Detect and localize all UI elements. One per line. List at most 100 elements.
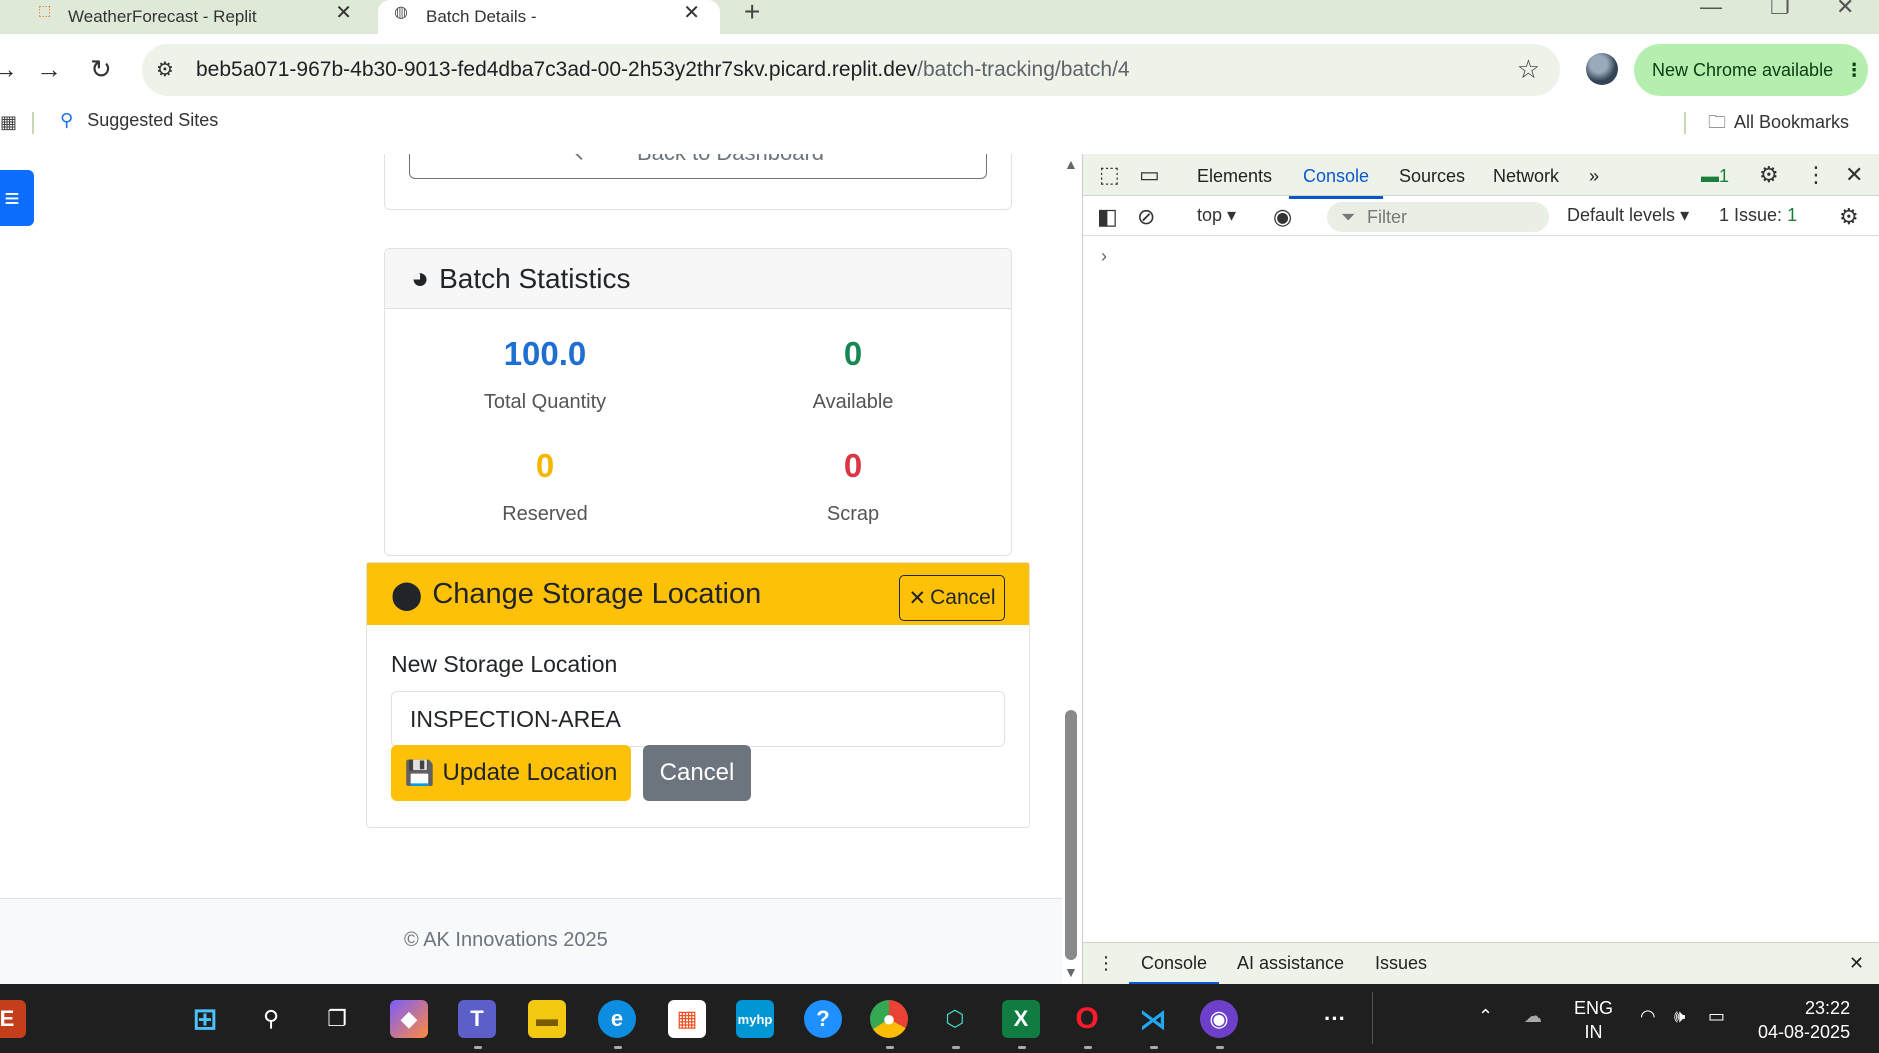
myhp-icon[interactable]: myhp <box>736 1000 774 1038</box>
scroll-thumb[interactable] <box>1065 710 1077 960</box>
console-prompt-icon[interactable]: › <box>1101 246 1107 267</box>
update-location-button[interactable]: 💾 Update Location <box>391 745 631 801</box>
all-bookmarks-button[interactable]: 🗀 All Bookmarks <box>1708 110 1849 140</box>
drawer-tab-console[interactable]: Console <box>1128 953 1220 985</box>
opera-icon[interactable]: O <box>1068 1000 1106 1038</box>
issues-counter[interactable]: 1 Issue: 1 <box>1719 205 1797 226</box>
drawer-tab-issues[interactable]: Issues <box>1375 953 1427 974</box>
messages-badge[interactable]: ▬1 <box>1701 166 1729 187</box>
page-scrollbar[interactable]: ▲ ▼ <box>1062 154 1080 984</box>
outlook-icon[interactable]: E <box>0 1000 26 1038</box>
battery-icon[interactable]: ▭ <box>1708 1006 1725 1027</box>
stat-value: 100.0 <box>503 335 587 372</box>
tab-sources[interactable]: Sources <box>1399 166 1465 187</box>
bookmarks-bar: ▦ ⚲ Suggested Sites 🗀 All Bookmarks <box>0 106 1879 138</box>
stat-label: Reserved <box>502 503 588 525</box>
wifi-icon[interactable]: ◠ <box>1640 1006 1656 1027</box>
bookmark-star-icon[interactable]: ☆ <box>1517 54 1540 85</box>
tab-close-icon[interactable]: ✕ <box>335 0 352 25</box>
running-indicator <box>1216 1046 1224 1049</box>
stats-card-header: ◕ Batch Statistics <box>385 249 1011 309</box>
console-filter-input[interactable]: ⏷ Filter <box>1327 202 1549 232</box>
close-devtools-icon[interactable]: ✕ <box>1845 162 1863 188</box>
stat-label: Available <box>812 391 894 413</box>
devtools-drawer-bar: ⋮ Console AI assistance Issues ✕ <box>1083 942 1879 985</box>
chrome-icon[interactable]: ● <box>870 1000 908 1038</box>
filter-icon: ⏷ <box>1341 207 1356 227</box>
volume-icon[interactable]: 🕪 <box>1674 1006 1685 1027</box>
context-label: top <box>1197 205 1223 225</box>
forward-arrow-icon[interactable]: → <box>36 54 62 85</box>
more-menu-icon[interactable]: ⋮ <box>1845 60 1863 81</box>
taskbar-divider <box>1372 992 1373 1044</box>
task-view-icon[interactable]: ❐ <box>318 1000 356 1038</box>
onedrive-icon[interactable]: ☁ <box>1524 1006 1542 1027</box>
tab-weatherforecast[interactable]: ⬚ WeatherForecast - Replit ✕ <box>0 0 372 34</box>
hamburger-menu-icon[interactable]: ≡ <box>0 170 34 226</box>
cancel-button[interactable]: Cancel <box>643 745 751 801</box>
browser-tab-strip: ⬚ WeatherForecast - Replit ✕ ◍ Batch Det… <box>0 0 1879 34</box>
site-info-icon[interactable]: ⚙ <box>156 57 174 82</box>
github-desktop-icon[interactable]: ◉ <box>1200 1000 1238 1038</box>
scroll-up-icon[interactable]: ▲ <box>1064 156 1078 172</box>
scroll-down-icon[interactable]: ▼ <box>1064 964 1078 980</box>
close-drawer-icon[interactable]: ✕ <box>1849 953 1864 974</box>
file-explorer-icon[interactable]: ▬ <box>528 1000 566 1038</box>
clock-date: 04-08-2025 <box>1758 1022 1851 1042</box>
minimize-icon[interactable]: — <box>1700 0 1722 20</box>
tab-elements[interactable]: Elements <box>1197 166 1272 187</box>
tab-close-icon[interactable]: ✕ <box>683 0 700 25</box>
stat-label: Total Quantity <box>483 391 607 413</box>
url-text[interactable]: beb5a071-967b-4b30-9013-fed4dba7c3ad-00-… <box>196 58 1130 82</box>
stats-title: Batch Statistics <box>439 262 631 294</box>
region-label: IN <box>1584 1022 1603 1042</box>
profile-avatar[interactable] <box>1586 53 1618 85</box>
tab-network[interactable]: Network <box>1493 166 1559 187</box>
language-indicator[interactable]: ENG IN <box>1574 996 1613 1044</box>
context-selector[interactable]: top ▾ <box>1197 205 1236 226</box>
log-levels-dropdown[interactable]: Default levels ▾ <box>1567 205 1689 226</box>
device-toolbar-icon[interactable]: ▭ <box>1139 162 1160 188</box>
settings-gear-icon[interactable]: ⚙ <box>1759 162 1779 188</box>
microsoft-store-icon[interactable]: ▦ <box>668 1000 706 1038</box>
vscode-icon[interactable]: ⋊ <box>1134 1000 1172 1038</box>
more-tabs-icon[interactable]: » <box>1589 166 1599 187</box>
edge-icon[interactable]: e <box>598 1000 636 1038</box>
storage-location-input[interactable]: INSPECTION-AREA <box>391 691 1005 747</box>
new-tab-icon[interactable]: + <box>744 0 760 28</box>
excel-icon[interactable]: X <box>1002 1000 1040 1038</box>
header-cancel-button[interactable]: ✕ Cancel <box>899 575 1005 621</box>
window-close-icon[interactable]: ✕ <box>1836 0 1854 20</box>
more-apps-icon[interactable]: ··· <box>1316 1000 1354 1038</box>
copilot-icon[interactable]: ◆ <box>390 1000 428 1038</box>
stat-value: 0 <box>843 335 863 372</box>
help-icon[interactable]: ? <box>804 1000 842 1038</box>
drawer-tab-ai-assistance[interactable]: AI assistance <box>1237 953 1344 974</box>
chrome-update-button[interactable]: New Chrome available ⋮ <box>1634 44 1868 96</box>
back-arrow-icon[interactable]: → <box>0 54 18 85</box>
apps-grid-icon[interactable]: ▦ <box>0 112 17 133</box>
tab-console[interactable]: Console <box>1288 166 1384 199</box>
drawer-menu-icon[interactable]: ⋮ <box>1097 953 1115 974</box>
bookmark-suggested-sites[interactable]: ⚲ Suggested Sites <box>60 110 218 131</box>
address-bar[interactable]: ⚙ beb5a071-967b-4b30-9013-fed4dba7c3ad-0… <box>142 44 1560 96</box>
app-icon[interactable]: ⬡ <box>936 1000 974 1038</box>
update-button-label: Update Location <box>442 759 618 786</box>
inspect-element-icon[interactable]: ⬚ <box>1099 162 1120 188</box>
save-icon: 💾 <box>404 759 435 787</box>
console-settings-icon[interactable]: ⚙ <box>1839 204 1859 230</box>
show-hidden-icons-icon[interactable]: ⌃ <box>1478 1006 1493 1027</box>
stat-value: 0 <box>535 447 555 484</box>
kebab-menu-icon[interactable]: ⋮ <box>1805 162 1827 188</box>
back-to-dashboard-button[interactable]: 🡐 Back to Dashboard <box>409 154 987 179</box>
tab-batch-details[interactable]: ◍ Batch Details - ✕ <box>378 0 720 34</box>
restore-icon[interactable]: ❐ <box>1770 0 1790 20</box>
search-icon[interactable]: ⚲ <box>252 1000 290 1038</box>
teams-icon[interactable]: T <box>458 1000 496 1038</box>
reload-icon[interactable]: ↻ <box>90 54 112 85</box>
sidebar-toggle-icon[interactable]: ◧ <box>1097 204 1118 230</box>
taskbar-clock[interactable]: 23:22 04-08-2025 <box>1758 996 1850 1044</box>
windows-start-icon[interactable]: ⊞ <box>186 1000 224 1038</box>
clear-console-icon[interactable]: ⊘ <box>1137 204 1155 230</box>
eye-icon[interactable]: ◉ <box>1273 204 1292 230</box>
